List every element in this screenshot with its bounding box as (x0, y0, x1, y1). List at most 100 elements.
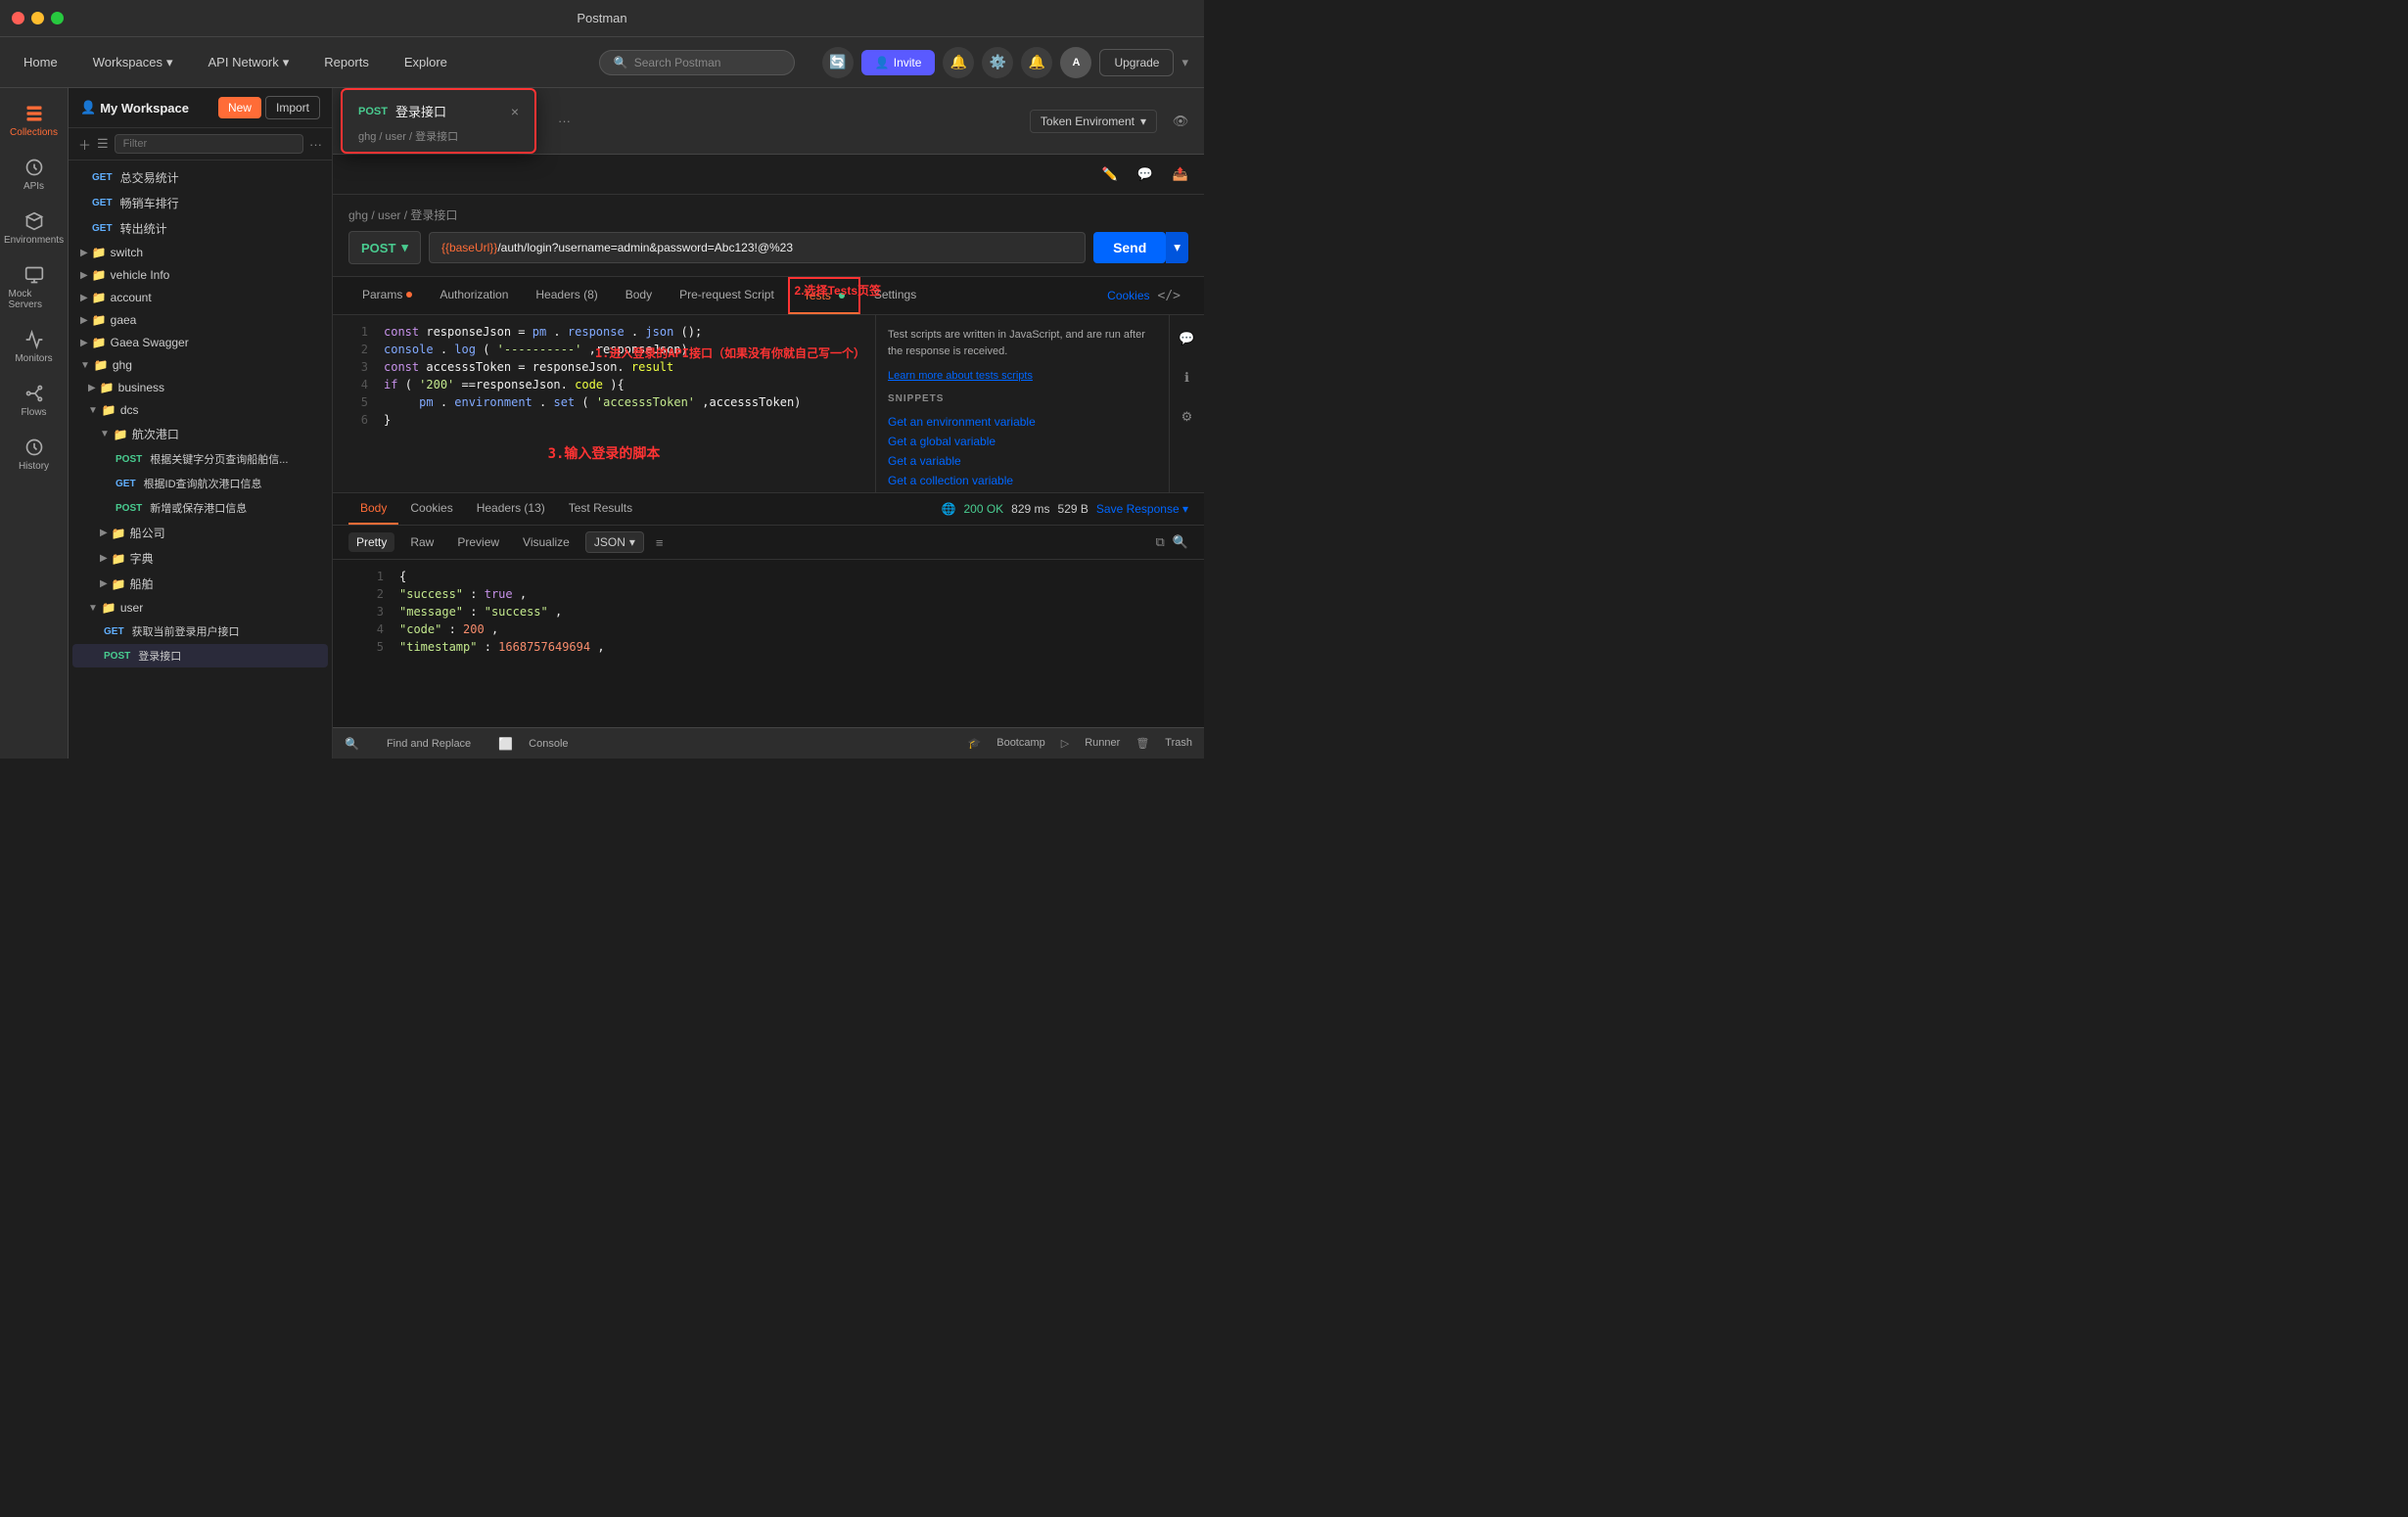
tab-params[interactable]: Params (348, 278, 426, 313)
comment-icon[interactable]: 💬 (1130, 159, 1161, 190)
notification-icon-btn[interactable]: 🔔 (943, 47, 974, 78)
send-dropdown-button[interactable]: ▾ (1166, 232, 1188, 263)
method-select[interactable]: POST ▾ (348, 231, 421, 264)
snippet-get-collection[interactable]: Get a collection variable (888, 471, 1157, 490)
tab-settings[interactable]: Settings (860, 278, 930, 313)
list-item[interactable]: GET 畅销车排行 (72, 191, 328, 215)
nav-explore[interactable]: Explore (396, 51, 455, 73)
copy-icon[interactable]: ⧉ (1156, 534, 1165, 550)
url-display[interactable]: {{baseUrl}} /auth/login?username=admin&p… (429, 232, 1086, 263)
folder-ship[interactable]: ▶ 📁 船舶 (72, 572, 328, 596)
eye-icon[interactable]: 👁 (1165, 106, 1196, 137)
tab-popup-item[interactable]: POST 登录接口 × (348, 96, 529, 126)
comment-right-icon[interactable]: 💬 (1172, 323, 1203, 354)
resp-tab-test-results[interactable]: Test Results (557, 493, 644, 525)
search-bar[interactable]: 🔍 Search Postman (599, 50, 795, 75)
bootcamp-button[interactable]: Bootcamp (996, 737, 1045, 750)
folder-ship-company[interactable]: ▶ 📁 船公司 (72, 521, 328, 545)
edit-icon[interactable]: ✏️ (1094, 159, 1126, 190)
filter-input[interactable] (115, 134, 303, 154)
search-resp-icon[interactable]: 🔍 (1173, 534, 1188, 550)
list-item[interactable]: POST 根据关键字分页查询船舶信... (72, 447, 328, 471)
trash-button[interactable]: Trash (1165, 737, 1192, 750)
more-options-icon[interactable]: ··· (309, 137, 322, 152)
share-icon[interactable]: 📤 (1165, 159, 1196, 190)
format-preview-button[interactable]: Preview (449, 532, 507, 552)
import-button[interactable]: Import (265, 96, 320, 119)
sidebar-item-monitors[interactable]: Monitors (5, 322, 64, 372)
settings-icon-btn[interactable]: ⚙️ (982, 47, 1013, 78)
filter-icon[interactable]: ☰ (97, 136, 109, 152)
avatar[interactable]: A (1060, 47, 1091, 78)
tab-close-icon[interactable]: × (511, 104, 519, 119)
folder-account[interactable]: ▶ 📁 account (72, 287, 328, 308)
sidebar-item-mock-servers[interactable]: Mock Servers (5, 257, 64, 318)
tab-tests[interactable]: Tests (788, 277, 860, 314)
send-button[interactable]: Send (1093, 232, 1166, 263)
tab-more-icon[interactable]: ··· (546, 110, 582, 132)
snippet-get-env[interactable]: Get an environment variable (888, 412, 1157, 432)
json-format-select[interactable]: JSON ▾ (585, 531, 644, 553)
folder-ghg[interactable]: ▼ 📁 ghg (72, 354, 328, 376)
tab-body[interactable]: Body (612, 278, 666, 313)
folder-vehicle-info[interactable]: ▶ 📁 vehicle Info (72, 264, 328, 286)
cookies-button[interactable]: Cookies (1107, 289, 1149, 302)
upgrade-button[interactable]: Upgrade (1099, 49, 1174, 76)
save-response-button[interactable]: Save Response ▾ (1096, 502, 1188, 516)
tab-pre-request[interactable]: Pre-request Script (666, 278, 788, 313)
code-editor[interactable]: 1 const responseJson = pm . response . j… (333, 315, 875, 492)
list-item-get-user[interactable]: GET 获取当前登录用户接口 (72, 620, 328, 643)
sidebar-item-environments[interactable]: Environments (5, 204, 64, 253)
upgrade-dropdown-icon[interactable]: ▾ (1181, 55, 1188, 70)
list-item[interactable]: GET 转出统计 (72, 216, 328, 241)
info-right-icon[interactable]: ℹ (1172, 362, 1203, 393)
runner-button[interactable]: Runner (1085, 737, 1120, 750)
sidebar-item-collections[interactable]: Collections (5, 96, 64, 146)
sidebar-item-history[interactable]: History (5, 430, 64, 480)
response-code-area[interactable]: 1 { 2 "success" : true , 3 (333, 560, 1204, 727)
sidebar-item-flows[interactable]: Flows (5, 376, 64, 426)
gear-right-icon[interactable]: ⚙ (1172, 401, 1203, 433)
resp-tab-headers[interactable]: Headers (13) (465, 493, 557, 525)
find-replace-button[interactable]: Find and Replace (375, 728, 483, 759)
resp-tab-body[interactable]: Body (348, 493, 398, 525)
tab-headers[interactable]: Headers (8) (522, 278, 611, 313)
list-item-login[interactable]: POST 登录接口 (72, 644, 328, 667)
close-light[interactable] (12, 12, 24, 24)
nav-api-network[interactable]: API Network ▾ (201, 51, 298, 74)
add-collection-icon[interactable]: ＋ (78, 135, 91, 154)
format-raw-button[interactable]: Raw (402, 532, 441, 552)
snippet-get-global[interactable]: Get a global variable (888, 432, 1157, 451)
maximize-light[interactable] (51, 12, 64, 24)
folder-user[interactable]: ▼ 📁 user (72, 597, 328, 619)
nav-reports[interactable]: Reports (316, 51, 377, 73)
invite-button[interactable]: 👤 Invite (861, 50, 936, 75)
format-visualize-button[interactable]: Visualize (515, 532, 578, 552)
console-button[interactable]: Console (529, 738, 568, 750)
minimize-light[interactable] (31, 12, 44, 24)
tab-authorization[interactable]: Authorization (426, 278, 522, 313)
folder-dcs[interactable]: ▼ 📁 dcs (72, 399, 328, 421)
sidebar-item-apis[interactable]: APIs (5, 150, 64, 200)
snippet-get-var[interactable]: Get a variable (888, 451, 1157, 471)
resp-tab-cookies[interactable]: Cookies (398, 493, 464, 525)
folder-switch[interactable]: ▶ 📁 switch (72, 242, 328, 263)
nav-workspaces[interactable]: Workspaces ▾ (85, 51, 181, 74)
snippet-set-env[interactable]: Set an environment variable (888, 490, 1157, 492)
nav-home[interactable]: Home (16, 51, 66, 73)
folder-gaea[interactable]: ▶ 📁 gaea (72, 309, 328, 331)
code-view-icon[interactable]: </> (1150, 289, 1188, 303)
filter-icon-resp[interactable]: ≡ (656, 535, 664, 550)
list-item[interactable]: GET 总交易统计 (72, 165, 328, 190)
list-item[interactable]: GET 根据ID查询航次港口信息 (72, 472, 328, 495)
snippets-link[interactable]: Learn more about tests scripts (888, 370, 1033, 382)
folder-business[interactable]: ▶ 📁 business (72, 377, 328, 398)
folder-gaea-swagger[interactable]: ▶ 📁 Gaea Swagger (72, 332, 328, 353)
sync-icon-btn[interactable]: 🔄 (822, 47, 854, 78)
new-button[interactable]: New (218, 97, 261, 118)
format-pretty-button[interactable]: Pretty (348, 532, 394, 552)
environment-selector[interactable]: Token Enviroment ▾ (1030, 110, 1157, 133)
bell-icon-btn[interactable]: 🔔 (1021, 47, 1052, 78)
folder-hangci[interactable]: ▼ 📁 航次港口 (72, 422, 328, 446)
list-item[interactable]: POST 新增或保存港口信息 (72, 496, 328, 520)
